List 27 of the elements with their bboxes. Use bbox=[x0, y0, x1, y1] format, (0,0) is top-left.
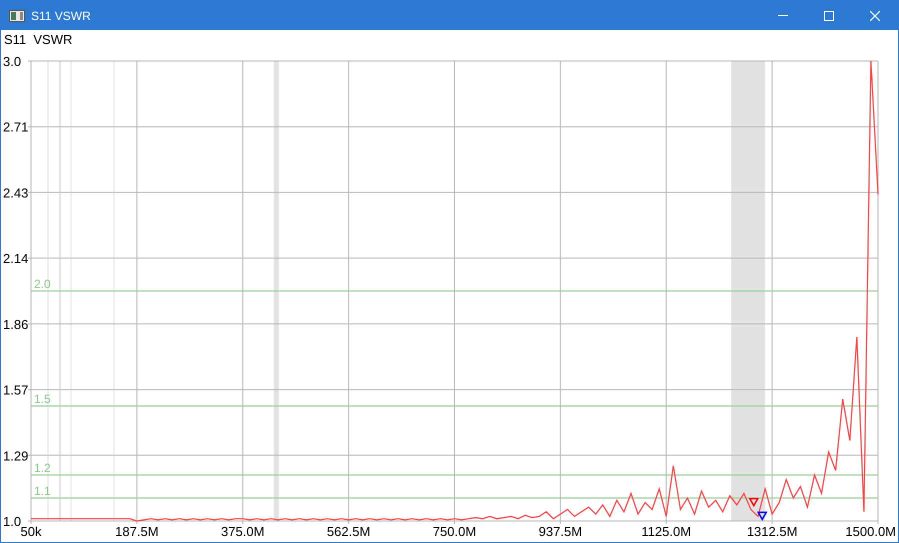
y-tick-label: 1.57 bbox=[3, 382, 28, 398]
y-tick-label: 3.0 bbox=[3, 54, 22, 69]
chart-title: S11 VSWR bbox=[4, 31, 72, 50]
close-icon bbox=[870, 10, 880, 20]
window-title: S11 VSWR bbox=[31, 8, 91, 24]
reference-label: 1.1 bbox=[34, 484, 51, 498]
x-tick-label: 937.5M bbox=[538, 524, 582, 539]
x-tick-label: 375.0M bbox=[221, 524, 264, 539]
maximize-icon bbox=[824, 10, 834, 20]
minimize-icon bbox=[778, 15, 788, 16]
y-tick-label: 2.43 bbox=[3, 185, 28, 200]
x-tick-label: 1125.0M bbox=[641, 524, 692, 539]
reference-label: 1.2 bbox=[34, 461, 51, 475]
x-tick-label: 50k bbox=[20, 524, 42, 539]
x-tick-label: 1312.5M bbox=[746, 524, 798, 539]
app-icon bbox=[9, 10, 25, 22]
y-tick-label: 1.29 bbox=[3, 448, 28, 464]
reference-label: 2.0 bbox=[34, 277, 51, 291]
y-tick-label: 1.0 bbox=[3, 514, 22, 529]
x-tick-label: 187.5M bbox=[115, 524, 159, 539]
y-tick-label: 2.14 bbox=[3, 251, 28, 266]
reference-label: 1.5 bbox=[34, 392, 51, 406]
y-tick-label: 2.71 bbox=[3, 120, 28, 135]
x-tick-label: 750.0M bbox=[432, 524, 476, 539]
y-tick-label: 1.86 bbox=[3, 316, 28, 332]
x-tick-label: 1500.0M bbox=[845, 524, 896, 539]
x-tick-label: 562.5M bbox=[326, 524, 370, 539]
